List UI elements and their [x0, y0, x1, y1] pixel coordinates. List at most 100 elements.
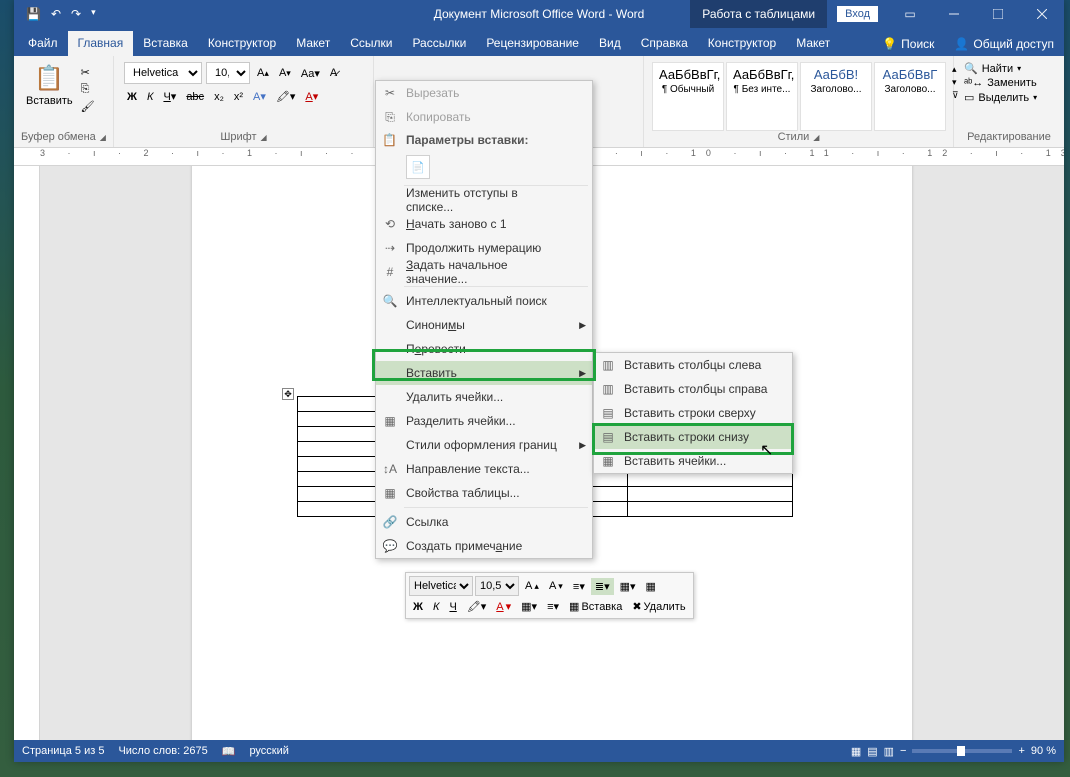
mini-merge-icon[interactable]: ▦	[642, 578, 660, 595]
grow-font-icon[interactable]: A▴	[254, 65, 272, 81]
zoom-in-icon[interactable]: +	[1018, 745, 1024, 757]
ctx-smart-lookup[interactable]: 🔍Интеллектуальный поиск	[376, 289, 592, 313]
font-size-select[interactable]: 10,5	[206, 62, 250, 84]
ctx-table-properties[interactable]: ▦Свойства таблицы...	[376, 481, 592, 505]
mini-underline-icon[interactable]: Ч	[445, 599, 460, 615]
read-mode-icon[interactable]: ▦	[851, 745, 861, 758]
style-nospacing[interactable]: АаБбВвГг,¶ Без инте...	[726, 62, 798, 131]
italic-icon[interactable]: К	[144, 89, 156, 105]
ctx-border-styles[interactable]: Стили оформления границ▶	[376, 433, 592, 457]
ctx-new-comment[interactable]: 💬Создать примечание	[376, 534, 592, 558]
web-layout-icon[interactable]: ▥	[884, 745, 894, 758]
mini-borders-icon[interactable]: ▦▾	[517, 598, 541, 615]
redo-icon[interactable]: ↷	[71, 7, 81, 21]
style-normal[interactable]: АаБбВвГг,¶ Обычный	[652, 62, 724, 131]
find-button[interactable]: 🔍Найти▾	[964, 62, 1054, 75]
underline-icon[interactable]: Ч▾	[160, 88, 179, 105]
zoom-slider[interactable]	[912, 749, 1012, 753]
style-heading1[interactable]: АаБбВ!Заголово...	[800, 62, 872, 131]
tab-references[interactable]: Ссылки	[340, 31, 402, 56]
replace-button[interactable]: ᵃᵇ↔Заменить	[964, 77, 1054, 89]
vertical-ruler[interactable]	[14, 166, 40, 740]
tab-design[interactable]: Конструктор	[198, 31, 286, 56]
select-button[interactable]: ▭Выделить▾	[964, 91, 1054, 104]
cut-icon[interactable]: ✂	[81, 66, 95, 79]
undo-icon[interactable]: ↶	[51, 7, 61, 21]
font-name-select[interactable]: Helvetica	[124, 62, 202, 84]
ribbon-display-icon[interactable]: ▭	[888, 0, 932, 28]
style-heading2[interactable]: АаБбВвГЗаголово...	[874, 62, 946, 131]
ctx-link[interactable]: 🔗Ссылка	[376, 510, 592, 534]
mini-highlight-icon[interactable]: 🖍▾	[463, 598, 491, 615]
login-button[interactable]: Вход	[837, 6, 878, 22]
sub-insert-cols-left[interactable]: ▥Вставить столбцы слева	[594, 353, 792, 377]
mini-font-name[interactable]: Helvetica	[409, 576, 473, 596]
mini-font-size[interactable]: 10,5	[475, 576, 519, 596]
language-status[interactable]: русский	[249, 745, 288, 757]
ctx-synonyms[interactable]: Синонимы▶	[376, 313, 592, 337]
zoom-level[interactable]: 90 %	[1031, 745, 1056, 757]
table-move-handle[interactable]: ✥	[282, 388, 294, 400]
zoom-out-icon[interactable]: −	[900, 745, 906, 757]
ctx-split-cells[interactable]: ▦Разделить ячейки...	[376, 409, 592, 433]
ctx-continue-numbering[interactable]: ⇢Продолжить нумерацию	[376, 236, 592, 260]
spell-check-icon[interactable]: 📖	[222, 745, 236, 758]
text-effects-icon[interactable]: A▾	[250, 88, 269, 105]
ctx-adjust-list[interactable]: Изменить отступы в списке...	[376, 188, 592, 212]
tab-mailings[interactable]: Рассылки	[402, 31, 476, 56]
copy-icon[interactable]: ⎘	[81, 83, 95, 96]
tab-view[interactable]: Вид	[589, 31, 631, 56]
tab-file[interactable]: Файл	[18, 31, 68, 56]
mini-font-color-icon[interactable]: A▾	[492, 598, 515, 615]
ctx-delete-cells[interactable]: Удалить ячейки...	[376, 385, 592, 409]
qat-dropdown-icon[interactable]: ▾	[91, 7, 96, 21]
font-color-icon[interactable]: A▾	[302, 88, 321, 105]
print-layout-icon[interactable]: ▤	[867, 745, 877, 758]
mini-italic-icon[interactable]: К	[429, 599, 443, 615]
ctx-translate[interactable]: Перевести	[376, 337, 592, 361]
maximize-icon[interactable]	[976, 0, 1020, 28]
change-case-icon[interactable]: Aa▾	[298, 65, 323, 82]
strike-icon[interactable]: abc	[183, 89, 207, 105]
tab-insert[interactable]: Вставка	[133, 31, 198, 56]
tab-layout[interactable]: Макет	[286, 31, 340, 56]
ctx-text-direction[interactable]: ↕AНаправление текста...	[376, 457, 592, 481]
close-icon[interactable]	[1020, 0, 1064, 28]
word-count[interactable]: Число слов: 2675	[118, 745, 207, 757]
ctx-insert[interactable]: Вставить▶	[376, 361, 592, 385]
shrink-font-icon[interactable]: A▾	[276, 65, 294, 81]
bold-icon[interactable]: Ж	[124, 89, 140, 105]
mini-bold-icon[interactable]: Ж	[409, 599, 427, 615]
clear-format-icon[interactable]: A̷	[327, 65, 340, 81]
minimize-icon[interactable]	[932, 0, 976, 28]
tab-table-layout[interactable]: Макет	[786, 31, 840, 56]
tell-me-search[interactable]: 💡Поиск	[872, 32, 944, 56]
save-icon[interactable]: 💾	[26, 7, 41, 21]
mini-bullets-icon[interactable]: ≡▾	[569, 578, 589, 595]
paste-button[interactable]: 📋 Вставить	[22, 62, 77, 131]
sub-insert-cols-right[interactable]: ▥Вставить столбцы справа	[594, 377, 792, 401]
subscript-icon[interactable]: x₂	[211, 89, 227, 105]
tab-review[interactable]: Рецензирование	[476, 31, 589, 56]
paste-keep-source-icon[interactable]: 📄	[406, 155, 430, 179]
ctx-set-number-value[interactable]: #Задать начальное значение...	[376, 260, 592, 284]
format-painter-icon[interactable]: 🖌	[81, 100, 95, 113]
tab-help[interactable]: Справка	[631, 31, 698, 56]
highlight-icon[interactable]: 🖍▾	[273, 88, 299, 105]
superscript-icon[interactable]: x²	[231, 89, 246, 105]
mini-shrink-font-icon[interactable]: A▾	[545, 578, 567, 594]
sub-insert-rows-above[interactable]: ▤Вставить строки сверху	[594, 401, 792, 425]
mini-table-icon[interactable]: ▦▾	[616, 578, 640, 595]
ctx-restart-numbering[interactable]: ⟲Начать заново с 1	[376, 212, 592, 236]
page-status[interactable]: Страница 5 из 5	[22, 745, 104, 757]
tab-home[interactable]: Главная	[68, 31, 134, 56]
ctx-copy[interactable]: ⎘Копировать	[376, 105, 592, 129]
tab-table-design[interactable]: Конструктор	[698, 31, 786, 56]
mini-insert-button[interactable]: ▦Вставка	[565, 598, 626, 615]
share-button[interactable]: 👤Общий доступ	[944, 32, 1064, 56]
mini-numbering-icon[interactable]: ≣▾	[591, 578, 614, 595]
mini-align-icon[interactable]: ≡▾	[543, 598, 563, 615]
ctx-cut[interactable]: ✂Вырезать	[376, 81, 592, 105]
mini-delete-button[interactable]: ✖Удалить	[628, 598, 689, 615]
mini-grow-font-icon[interactable]: A▴	[521, 578, 543, 594]
